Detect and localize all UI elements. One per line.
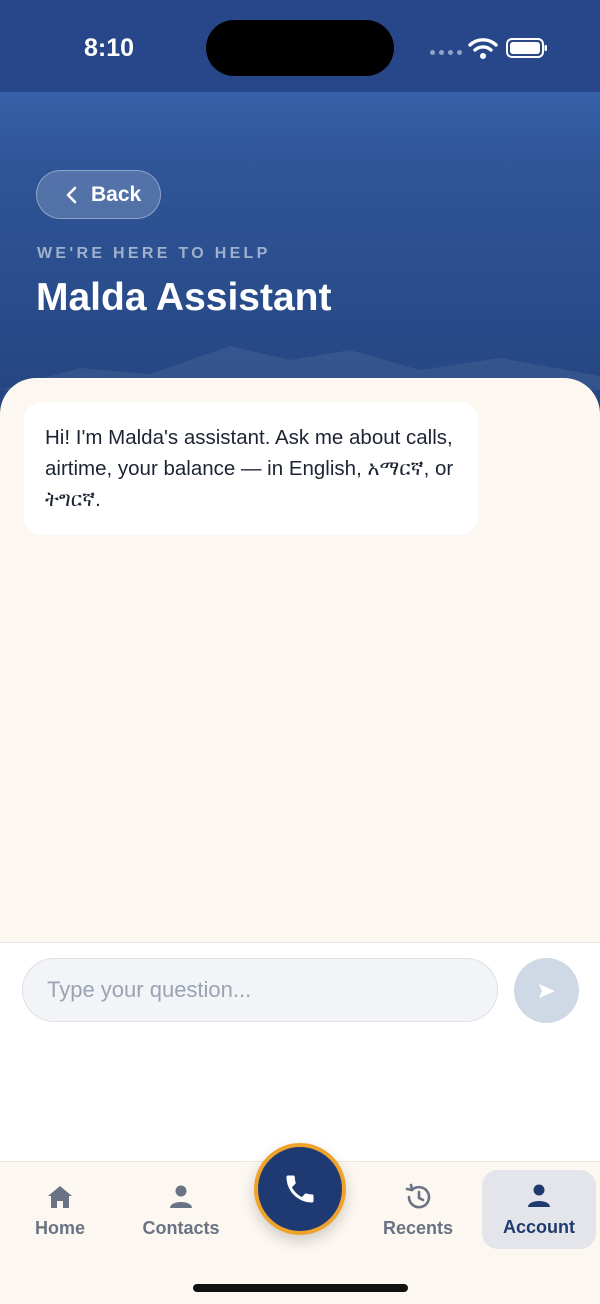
question-input[interactable] bbox=[22, 958, 498, 1022]
tab-account[interactable]: Account bbox=[482, 1170, 596, 1249]
phone-icon bbox=[286, 1175, 314, 1203]
back-label: Back bbox=[91, 182, 142, 206]
history-icon bbox=[405, 1183, 431, 1208]
assistant-message: Hi! I'm Malda's assistant. Ask me about … bbox=[24, 402, 478, 535]
tab-bar: Home Contacts Recents Account bbox=[0, 1143, 600, 1304]
chevron-left-icon bbox=[66, 186, 77, 203]
home-indicator[interactable] bbox=[193, 1284, 408, 1292]
send-icon bbox=[538, 983, 555, 998]
person-icon bbox=[170, 1185, 192, 1208]
header: 8:10 Back WE'RE HERE TO HELP Malda Assis… bbox=[0, 0, 600, 420]
page-title: Malda Assistant bbox=[36, 276, 332, 319]
back-button[interactable]: Back bbox=[36, 170, 161, 219]
signal-icon bbox=[430, 50, 462, 55]
dynamic-island bbox=[206, 20, 394, 76]
tab-recents[interactable]: Recents bbox=[376, 1170, 460, 1250]
tab-contacts-label: Contacts bbox=[142, 1217, 220, 1238]
person-icon bbox=[528, 1184, 550, 1207]
tab-recents-label: Recents bbox=[382, 1217, 454, 1238]
battery-icon bbox=[506, 38, 547, 58]
send-button[interactable] bbox=[514, 958, 579, 1023]
status-time: 8:10 bbox=[84, 34, 135, 62]
chat-area: Hi! I'm Malda's assistant. Ask me about … bbox=[0, 378, 600, 942]
tab-home[interactable]: Home bbox=[20, 1170, 100, 1250]
tab-home-label: Home bbox=[34, 1217, 85, 1238]
composer bbox=[0, 942, 600, 1162]
eyebrow-text: WE'RE HERE TO HELP bbox=[37, 245, 271, 262]
wifi-icon bbox=[468, 38, 498, 59]
home-icon bbox=[48, 1185, 72, 1208]
call-button[interactable] bbox=[254, 1143, 346, 1235]
tab-account-label: Account bbox=[503, 1217, 575, 1237]
tab-contacts[interactable]: Contacts bbox=[136, 1170, 226, 1250]
